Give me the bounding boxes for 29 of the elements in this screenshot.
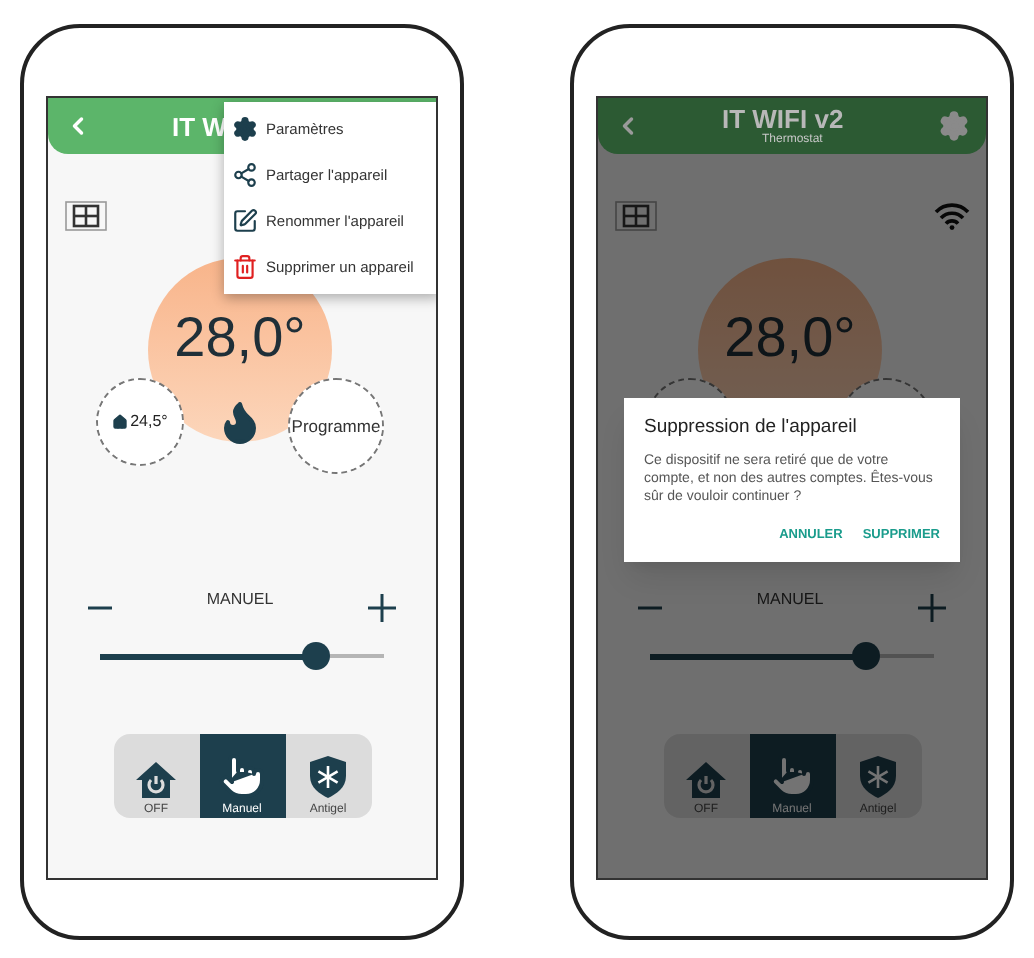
shield-snowflake-icon (308, 754, 348, 800)
house-power-icon (684, 760, 728, 800)
program-button[interactable]: Programme (288, 378, 384, 474)
share-icon (232, 162, 258, 188)
ambient-temperature: 24,5° (130, 410, 168, 434)
device-title: IT WIFI v2 (722, 106, 844, 132)
window-icon (614, 200, 658, 232)
shield-snowflake-icon (858, 754, 898, 800)
setpoint-temperature: 28,0° (724, 310, 856, 366)
slider-thumb[interactable] (851, 642, 880, 670)
house-power-icon (134, 760, 178, 800)
hand-icon (768, 752, 816, 800)
wifi-icon (934, 202, 970, 230)
house-icon (112, 414, 129, 430)
minus-icon[interactable] (638, 606, 662, 610)
mode-label: MANUEL (206, 588, 274, 612)
pencil-square-icon (232, 208, 258, 234)
ambient-temperature-button[interactable]: 24,5° (96, 378, 184, 466)
dialog-title: Suppression de l'appareil (644, 414, 859, 442)
trash-icon (232, 254, 258, 280)
window-icon (64, 200, 108, 232)
plus-icon[interactable] (368, 594, 396, 622)
slider-thumb[interactable] (301, 642, 330, 670)
gear-icon (232, 116, 258, 142)
settings-icon[interactable] (938, 110, 970, 142)
mode-label: MANUEL (756, 588, 824, 612)
minus-icon[interactable] (88, 606, 112, 610)
setpoint-temperature: 28,0° (174, 310, 306, 366)
hand-icon (218, 752, 266, 800)
